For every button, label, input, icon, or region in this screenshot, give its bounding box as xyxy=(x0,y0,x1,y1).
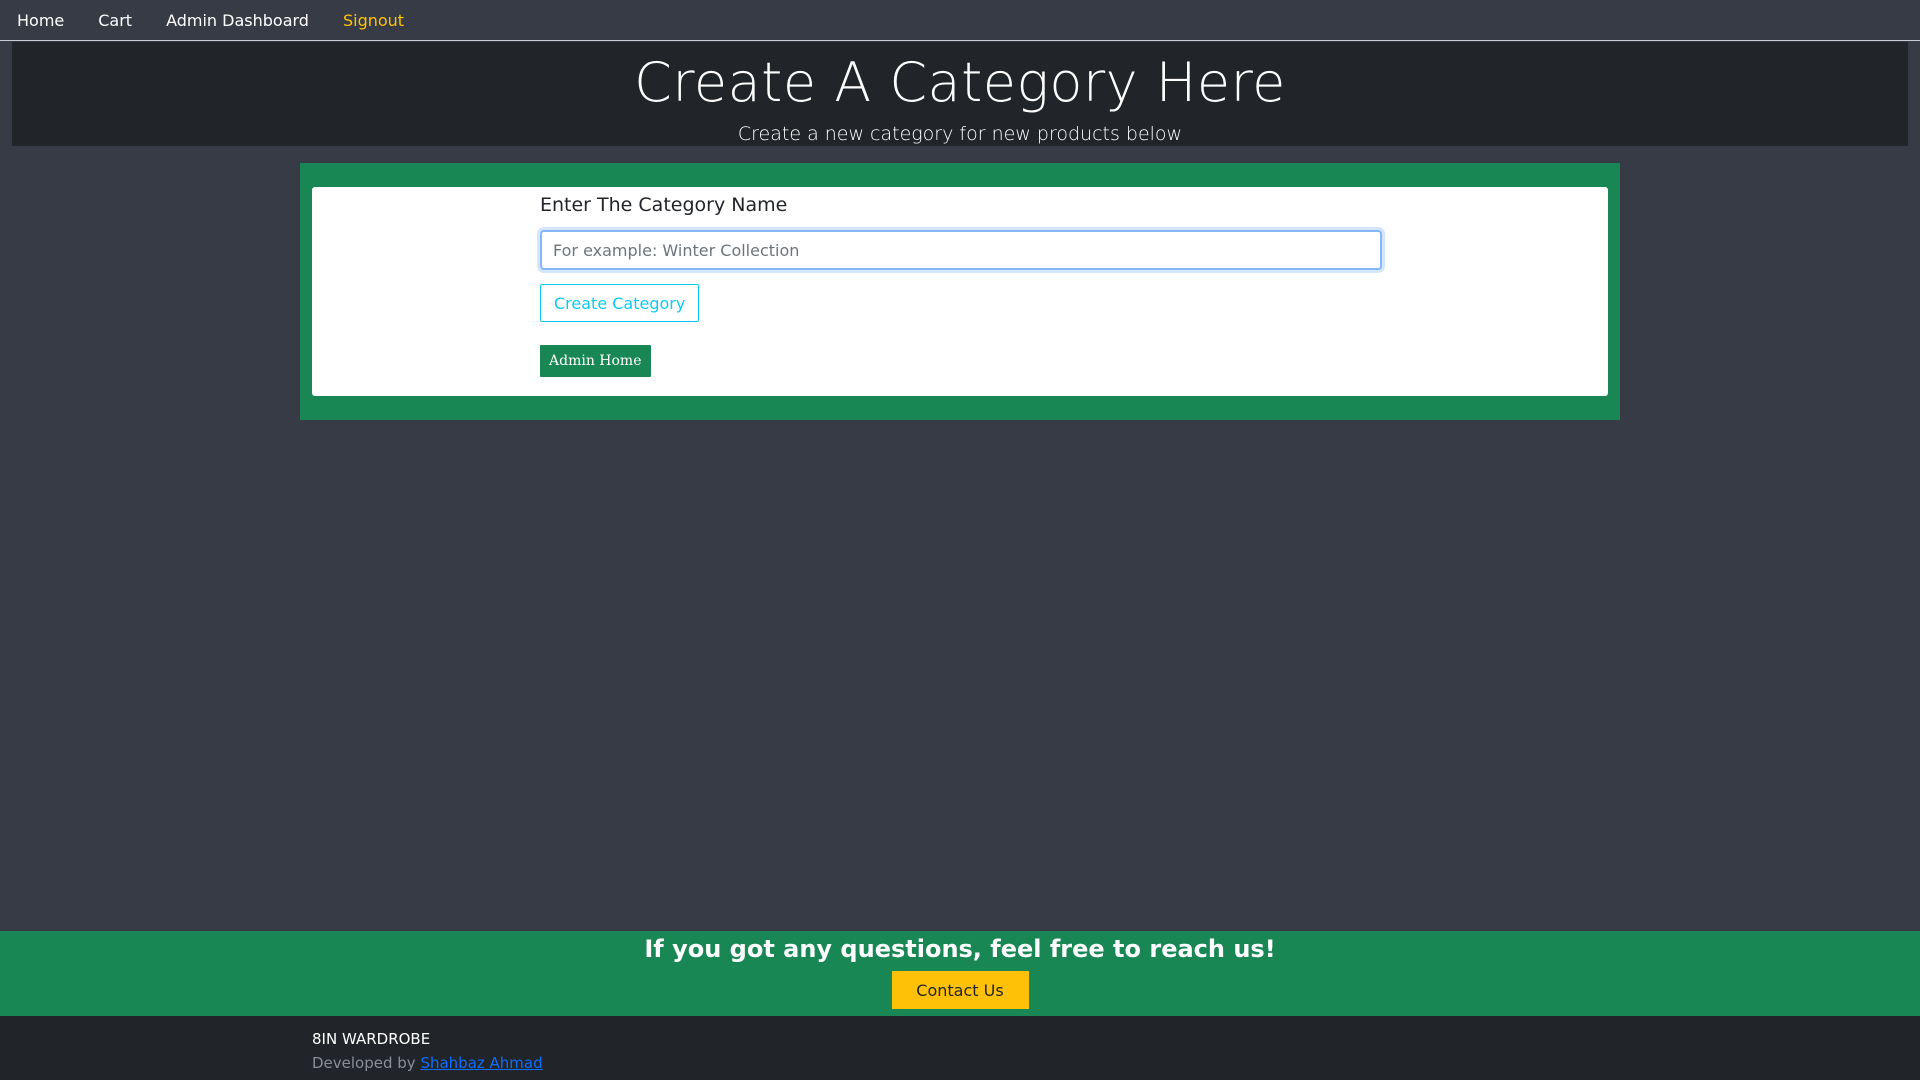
category-name-label: Enter The Category Name xyxy=(540,194,788,216)
nav-admin-dashboard-link[interactable]: Admin Dashboard xyxy=(166,11,309,30)
footer-developer-line: Developed by Shahbaz Ahmad xyxy=(312,1051,543,1075)
category-name-input[interactable] xyxy=(540,230,1382,270)
page-title: Create A Category Here xyxy=(634,51,1286,114)
nav-signout-link[interactable]: Signout xyxy=(343,11,404,30)
developer-link[interactable]: Shahbaz Ahmad xyxy=(420,1054,542,1072)
top-navbar: Home Cart Admin Dashboard Signout xyxy=(0,0,1920,41)
form-card: Enter The Category Name Create Category … xyxy=(312,187,1608,396)
contact-us-button[interactable]: Contact Us xyxy=(891,971,1029,1009)
footer-info: 8IN WARDROBE Developed by Shahbaz Ahmad xyxy=(312,1027,543,1075)
category-form: Enter The Category Name Create Category … xyxy=(540,187,1382,377)
form-container: Enter The Category Name Create Category … xyxy=(300,163,1620,420)
footer-brand: 8IN WARDROBE xyxy=(312,1030,431,1048)
footer-cta: If you got any questions, feel free to r… xyxy=(0,931,1920,1016)
footer-bottom: 8IN WARDROBE Developed by Shahbaz Ahmad xyxy=(0,1016,1920,1080)
create-category-button[interactable]: Create Category xyxy=(540,284,700,322)
footer-cta-text: If you got any questions, feel free to r… xyxy=(644,935,1276,963)
page-subtitle: Create a new category for new products b… xyxy=(737,123,1183,145)
page-header: Create A Category Here Create a new cate… xyxy=(12,42,1908,146)
nav-cart-link[interactable]: Cart xyxy=(98,11,132,30)
developed-by-text: Developed by xyxy=(312,1054,416,1072)
nav-home-link[interactable]: Home xyxy=(17,11,64,30)
admin-home-button[interactable]: Admin Home xyxy=(540,345,651,377)
